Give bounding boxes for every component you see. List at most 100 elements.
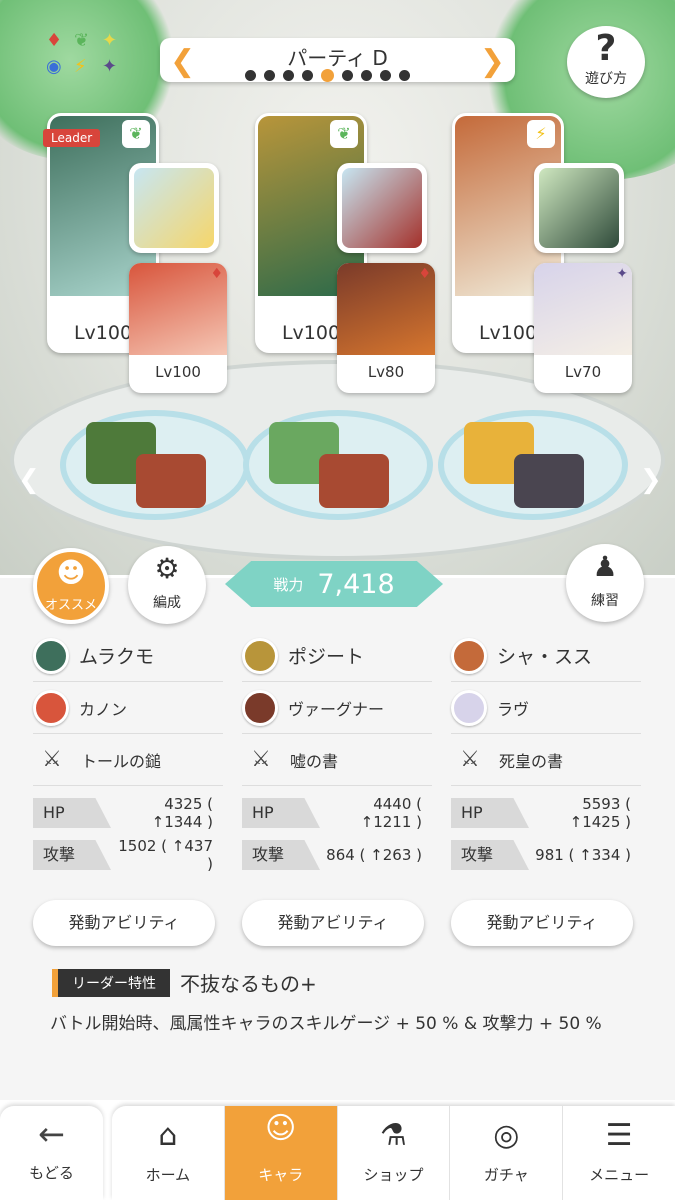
chevron-right-icon[interactable]: ❯	[640, 465, 662, 495]
chevron-left-icon[interactable]: ❮	[170, 42, 195, 82]
tab-label: メニュー	[589, 1166, 650, 1184]
formation-button[interactable]: ⚙ 編成	[128, 546, 206, 624]
page-dot[interactable]	[283, 70, 294, 81]
leaf-icon: ❦	[74, 30, 90, 51]
chevron-right-icon[interactable]: ❯	[480, 42, 505, 82]
help-button[interactable]: ? 遊び方	[567, 26, 645, 98]
tab-gacha[interactable]: ◎ ガチャ	[449, 1106, 562, 1200]
back-button[interactable]: ← もどる	[0, 1106, 103, 1200]
page-dot[interactable]	[380, 70, 391, 81]
hp-stat: HP 4440 ( ↑1211 )	[242, 795, 432, 831]
page-dot[interactable]	[342, 70, 353, 81]
hp-value: 5593 ( ↑1425 )	[569, 795, 631, 831]
hp-value: 4325 ( ↑1344 )	[151, 795, 213, 831]
member-name-row[interactable]: ムラクモ	[33, 630, 223, 682]
sub-member-name: ラヴ	[497, 699, 530, 719]
page-dot[interactable]	[245, 70, 256, 81]
hammer-icon	[134, 168, 214, 248]
member-name-row[interactable]: シャ・スス	[451, 630, 641, 682]
sub-member-level: Lv80	[367, 363, 405, 381]
sub-member-slot[interactable]: ♦ Lv80	[337, 263, 435, 393]
formation-label: 編成	[153, 595, 181, 611]
sub-unit-block	[514, 454, 584, 508]
party-power: 戦力 7,418	[225, 561, 443, 607]
sub-member-level: Lv100	[155, 363, 201, 381]
avatar	[242, 689, 278, 726]
training-button[interactable]: ♟ 練習	[566, 544, 644, 622]
sub-member-slot[interactable]: ✦ Lv70	[534, 263, 632, 393]
member-name-row[interactable]: ポジート	[242, 630, 432, 682]
page-dot[interactable]	[264, 70, 275, 81]
sub-member-row[interactable]: ヴァーグナー	[242, 682, 432, 734]
equipment-icon: ⚔	[251, 746, 271, 772]
attack-value: 1502 ( ↑437 )	[118, 837, 213, 873]
equipment-name: 死皇の書	[499, 751, 564, 771]
ability-button[interactable]: 発動アビリティ	[451, 900, 633, 946]
leader-skill-description: バトル開始時、風属性キャラのスキルゲージ + 50 % & 攻撃力 + 50 %	[50, 1014, 602, 1034]
equipment-icon: ⚔	[460, 746, 480, 772]
fire-icon: ♦	[46, 30, 63, 51]
member-detail-2: ポジート ヴァーグナー ⚔ 嘘の書 HP 4440 ( ↑1211 ) 攻撃 864 …	[242, 630, 432, 946]
equipment-slot[interactable]	[129, 163, 219, 253]
member-card-1[interactable]: Lv100 ❦ Leader ♦ Lv100	[43, 113, 267, 403]
water-icon: ◉	[46, 56, 62, 77]
page-dot[interactable]	[302, 70, 313, 81]
ability-button[interactable]: 発動アビリティ	[242, 900, 424, 946]
help-label: 遊び方	[585, 71, 627, 87]
equipment-row[interactable]: ⚔ 嘘の書	[242, 734, 432, 786]
bolt-icon: ⚡	[74, 56, 87, 77]
tab-label: ガチャ	[483, 1166, 529, 1184]
equipment-row[interactable]: ⚔ 死皇の書	[451, 734, 641, 786]
recommend-button[interactable]: ☻ オススメ	[33, 548, 109, 624]
person-gear-icon: ⚙	[154, 552, 180, 585]
attack-label: 攻撃	[451, 840, 529, 870]
tab-character[interactable]: ☺ キャラ	[223, 1106, 337, 1200]
book-icon	[539, 168, 619, 248]
equipment-slot[interactable]	[337, 163, 427, 253]
attack-value: 864 ( ↑263 )	[326, 846, 422, 864]
sub-member-row[interactable]: ラヴ	[451, 682, 641, 734]
hp-label: HP	[33, 798, 111, 828]
tab-home[interactable]: ⌂ ホーム	[112, 1106, 224, 1200]
unit-base-3	[438, 410, 628, 520]
power-label: 戦力	[273, 575, 304, 594]
equipment-row[interactable]: ⚔ トールの鎚	[33, 734, 223, 786]
tab-menu[interactable]: ☰ メニュー	[562, 1106, 675, 1200]
sub-member-row[interactable]: カノン	[33, 682, 223, 734]
ability-button[interactable]: 発動アビリティ	[33, 900, 215, 946]
member-detail-3: シャ・スス ラヴ ⚔ 死皇の書 HP 5593 ( ↑1425 ) 攻撃 981 ( …	[451, 630, 641, 946]
equipment-slot[interactable]	[534, 163, 624, 253]
leader-tag: Leader	[43, 129, 101, 147]
equipment-icon: ⚔	[42, 746, 62, 772]
page-dot[interactable]	[399, 70, 410, 81]
main-tabs: ⌂ ホーム ☺ キャラ ⚗ ショップ ◎ ガチャ ☰ メニュー	[112, 1106, 675, 1200]
tab-shop[interactable]: ⚗ ショップ	[336, 1106, 450, 1200]
training-dummy-icon: ♟	[592, 550, 618, 583]
sub-member-name: カノン	[79, 699, 128, 719]
member-name: シャ・スス	[497, 646, 593, 668]
fire-icon: ♦	[210, 266, 223, 282]
home-icon: ⌂	[158, 1117, 178, 1153]
tab-label: キャラ	[258, 1166, 304, 1184]
element-filter-icons[interactable]: ♦ ❦ ✦ ◉ ⚡ ✦	[46, 30, 128, 82]
chevron-left-icon[interactable]: ❮	[18, 465, 40, 495]
party-page-indicator	[245, 69, 410, 82]
page-dot[interactable]	[361, 70, 372, 81]
attack-stat: 攻撃 1502 ( ↑437 )	[33, 837, 223, 873]
dark-icon: ✦	[616, 266, 628, 282]
sub-member-slot[interactable]: ♦ Lv100	[129, 263, 227, 393]
tab-label: ホーム	[145, 1166, 191, 1184]
sparkle-icon: ✦	[102, 30, 118, 51]
book-icon	[342, 168, 422, 248]
avatar	[33, 637, 69, 674]
recommend-label: オススメ	[44, 598, 97, 613]
tab-label: ショップ	[363, 1166, 424, 1184]
sub-unit-block	[136, 454, 206, 508]
unit-base-1	[60, 410, 250, 520]
hp-stat: HP 5593 ( ↑1425 )	[451, 795, 641, 831]
question-icon: ?	[595, 28, 617, 69]
page-dot-active[interactable]	[321, 69, 334, 82]
arrow-left-icon: ←	[38, 1115, 65, 1153]
member-card-2[interactable]: Lv100 ❦ ♦ Lv80	[255, 113, 475, 403]
member-card-3[interactable]: Lv100 ⚡ ✦ Lv70	[452, 113, 672, 403]
